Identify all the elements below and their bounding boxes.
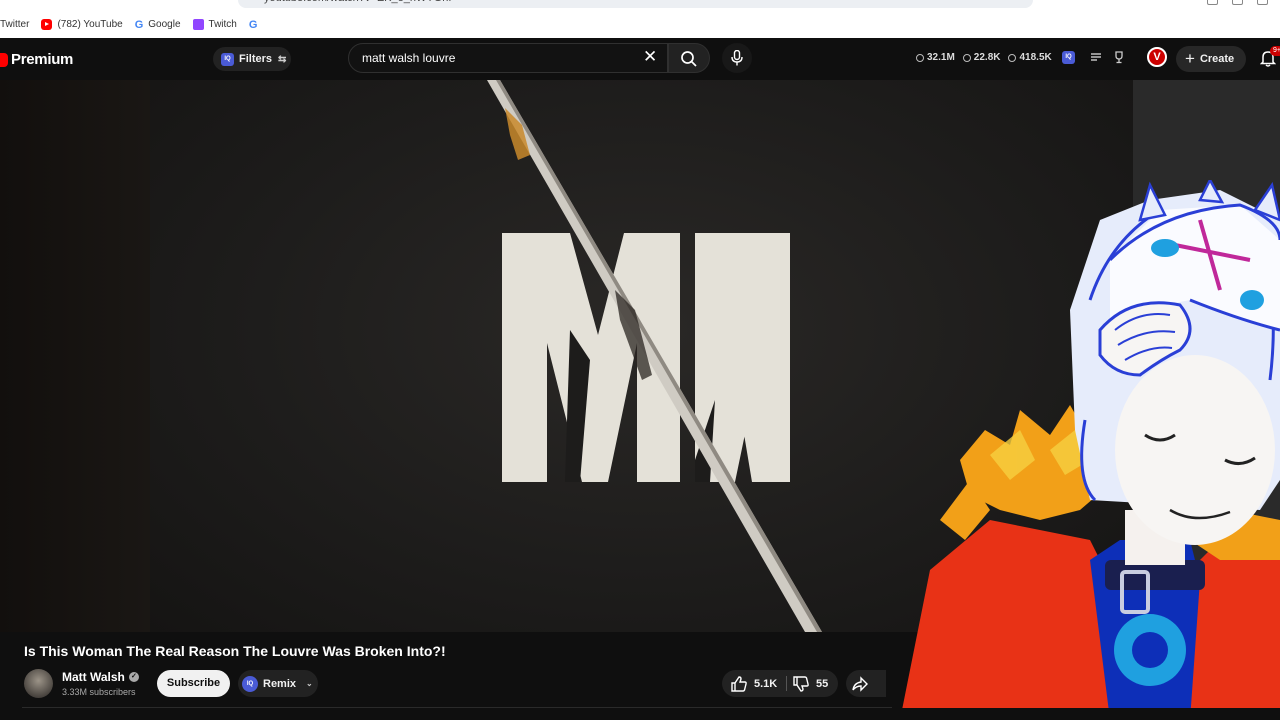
verified-badge-icon: ✓ bbox=[128, 672, 139, 682]
youtube-premium-logo[interactable]: Premium bbox=[0, 51, 73, 68]
bookmark-twitch[interactable]: Twitch bbox=[192, 18, 237, 30]
clock-icon bbox=[916, 53, 924, 62]
stat-value: 22.8K bbox=[973, 52, 1001, 63]
notification-count-badge: 9+ bbox=[1270, 46, 1280, 56]
twitch-icon bbox=[192, 18, 204, 30]
youtube-header: Premium IQ Filters ⇆ matt walsh louvre ✕ bbox=[0, 38, 1280, 80]
subscribe-button[interactable]: Subscribe bbox=[157, 670, 230, 697]
google-icon: G bbox=[248, 18, 258, 31]
stat-views-2: 418.5K bbox=[1008, 52, 1052, 63]
browser-chrome: youtube.com/watch?v=EK_e_hWYGhI Twitter … bbox=[0, 0, 1280, 38]
plus-icon: + bbox=[1185, 49, 1195, 68]
iq-extension-icon[interactable]: IQ bbox=[1062, 50, 1075, 64]
voice-search-button[interactable] bbox=[722, 43, 752, 73]
search-icon bbox=[681, 51, 697, 67]
bookmark-google-2[interactable]: G bbox=[248, 18, 263, 31]
channel-name: Matt Walsh bbox=[62, 670, 125, 684]
remix-button[interactable]: IQ Remix ⌄ bbox=[238, 670, 318, 697]
extension-v-icon[interactable]: V bbox=[1147, 47, 1167, 67]
google-icon: G bbox=[134, 18, 144, 31]
like-button[interactable]: 5.1K bbox=[730, 670, 777, 697]
bookmarks-bar: Twitter (782) YouTube G Google Twitch G bbox=[0, 14, 274, 34]
bookmark-youtube[interactable]: (782) YouTube bbox=[41, 18, 123, 30]
extension-stats: 32.1M 22.8K 418.5K bbox=[916, 52, 1052, 63]
extension-icon[interactable] bbox=[1232, 0, 1243, 5]
stat-value: 32.1M bbox=[927, 52, 955, 63]
search-input[interactable]: matt walsh louvre bbox=[348, 43, 668, 73]
share-button[interactable] bbox=[846, 670, 886, 697]
player-letterbox-left bbox=[0, 80, 150, 632]
chevron-down-icon: ⌄ bbox=[306, 679, 313, 688]
clear-search-icon[interactable]: ✕ bbox=[643, 48, 657, 66]
bookmark-twitter[interactable]: Twitter bbox=[0, 19, 29, 30]
remix-label: Remix bbox=[263, 677, 297, 690]
thumbs-down-icon bbox=[793, 675, 809, 692]
vtuber-avatar-overlay bbox=[900, 180, 1280, 720]
like-count: 5.1K bbox=[754, 677, 778, 690]
channel-avatar[interactable] bbox=[24, 669, 53, 698]
bookmark-label: (782) YouTube bbox=[57, 18, 123, 30]
filters-button[interactable]: IQ Filters ⇆ bbox=[213, 47, 291, 71]
iq-extension-icon: IQ bbox=[221, 52, 234, 66]
bookmark-google[interactable]: G Google bbox=[134, 18, 181, 31]
stat-watch-time: 32.1M bbox=[916, 52, 955, 63]
address-bar[interactable]: youtube.com/watch?v=EK_e_hWYGhI bbox=[238, 0, 1033, 8]
stat-value: 418.5K bbox=[1019, 52, 1052, 63]
iq-extension-icon: IQ bbox=[242, 675, 258, 692]
create-button[interactable]: + Create bbox=[1176, 46, 1246, 72]
sliders-icon: ⇆ bbox=[278, 53, 287, 65]
microphone-icon bbox=[731, 50, 743, 66]
trophy-icon[interactable] bbox=[1112, 50, 1126, 64]
browser-toolbar-icons bbox=[1207, 0, 1268, 5]
dislike-button[interactable]: 55 bbox=[792, 670, 828, 697]
logo-text: Premium bbox=[11, 51, 74, 68]
subscriber-count: 3.33M subscribers bbox=[62, 687, 136, 697]
channel-name-link[interactable]: Matt Walsh ✓ bbox=[62, 670, 139, 684]
youtube-logo-icon bbox=[0, 52, 8, 67]
bookmark-label: Google bbox=[148, 18, 181, 30]
search-button[interactable] bbox=[668, 43, 710, 73]
youtube-icon bbox=[41, 18, 53, 30]
stat-views: 22.8K bbox=[962, 52, 1001, 63]
header-extension-icons: IQ bbox=[1062, 50, 1126, 64]
eye-icon bbox=[962, 53, 971, 62]
like-dislike-group: 5.1K 55 bbox=[722, 670, 838, 697]
extension-icon[interactable] bbox=[1207, 0, 1218, 5]
filters-label: Filters bbox=[239, 53, 273, 65]
thumbs-up-icon bbox=[731, 675, 747, 692]
bookmark-label: Twitch bbox=[208, 18, 237, 30]
list-icon[interactable] bbox=[1090, 51, 1102, 63]
video-title: Is This Woman The Real Reason The Louvre… bbox=[24, 643, 446, 659]
eye-icon bbox=[1008, 53, 1017, 62]
divider bbox=[786, 676, 787, 691]
bookmark-label: Twitter bbox=[0, 18, 30, 30]
create-label: Create bbox=[1199, 53, 1235, 65]
page-bottom bbox=[0, 708, 1280, 720]
divider bbox=[22, 707, 892, 708]
profile-icon[interactable] bbox=[1257, 0, 1268, 5]
share-icon bbox=[852, 676, 868, 692]
dislike-count: 55 bbox=[816, 677, 829, 690]
